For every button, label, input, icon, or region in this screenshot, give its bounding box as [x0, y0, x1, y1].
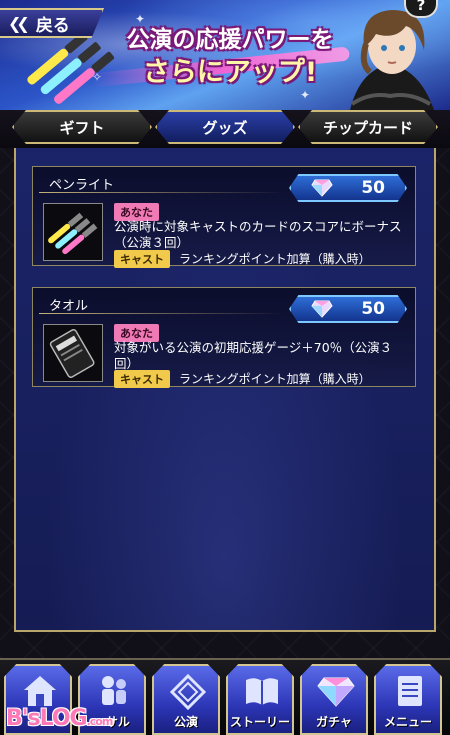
item-name: タオル: [49, 299, 89, 314]
nav-gacha[interactable]: ガチャ: [300, 664, 368, 735]
price-button[interactable]: 50: [289, 295, 407, 323]
goods-item-card[interactable]: タオル 50 あなた 対象がいる公演の初期応援ゲージ＋70％（公演３回） キャス…: [32, 287, 416, 388]
rehearsal-icon: [102, 676, 126, 705]
cast-tag: キャスト: [114, 250, 170, 268]
diamond-icon: [311, 300, 333, 318]
nav-label: ストーリー: [229, 715, 290, 729]
diamond-icon: [311, 179, 333, 197]
price-value: 50: [361, 178, 385, 198]
tab-gift[interactable]: ギフト: [12, 110, 152, 144]
nav-label: 公演: [173, 715, 198, 729]
item-description: 対象がいる公演の初期応援ゲージ＋70％（公演３回）: [114, 340, 393, 371]
penlight-item-image: [43, 203, 103, 261]
item-name-underline: [39, 313, 284, 314]
gacha-diamond-icon: [317, 677, 355, 707]
price-value: 50: [361, 299, 385, 319]
towel-item-image: [43, 324, 103, 382]
double-chevron-left-icon: ❮❮: [8, 13, 30, 33]
price-button[interactable]: 50: [289, 174, 407, 202]
back-button[interactable]: ❮❮ 戻る: [0, 8, 104, 38]
tab-chip-card[interactable]: チップカード: [298, 110, 438, 144]
ranking-point-text: ランキングポイント加算（購入時）: [179, 252, 371, 266]
nav-label: ガチャ: [316, 715, 352, 729]
story-book-icon: [246, 678, 278, 705]
banner-headline: 公演の応援パワーを: [126, 27, 334, 53]
nav-menu[interactable]: メニュー: [374, 664, 442, 735]
nav-story[interactable]: ストーリー: [226, 664, 294, 735]
tab-goods[interactable]: グッズ: [155, 110, 295, 144]
sparkle-icon: ✦: [300, 88, 311, 102]
site-watermark: B'sLOG.com: [6, 706, 142, 734]
item-name: ペンライト: [49, 178, 115, 193]
item-description: 公演時に対象キャストのカードのスコアにボーナス（公演３回）: [114, 219, 402, 250]
nav-performance[interactable]: 公演: [152, 664, 220, 735]
goods-item-card[interactable]: ペンライト 50 あなた 公演時に対象キャストのカードのスコアにボーナス（公演３…: [32, 166, 416, 268]
performance-icon: [169, 673, 207, 710]
ranking-point-text: ランキングポイント加算（購入時）: [179, 372, 371, 386]
nav-label: メニュー: [383, 715, 432, 729]
banner-subheadline: さらにアップ!: [142, 57, 318, 88]
back-button-label: 戻る: [35, 15, 70, 36]
tab-bar: ギフト グッズ チップカード: [0, 110, 450, 148]
watermark-text: B'sLOG: [6, 706, 88, 731]
home-icon: [24, 676, 56, 706]
item-name-underline: [39, 192, 284, 193]
menu-notepad-icon: [398, 676, 422, 706]
cast-tag: キャスト: [114, 370, 170, 388]
watermark-suffix: .com: [86, 715, 114, 728]
